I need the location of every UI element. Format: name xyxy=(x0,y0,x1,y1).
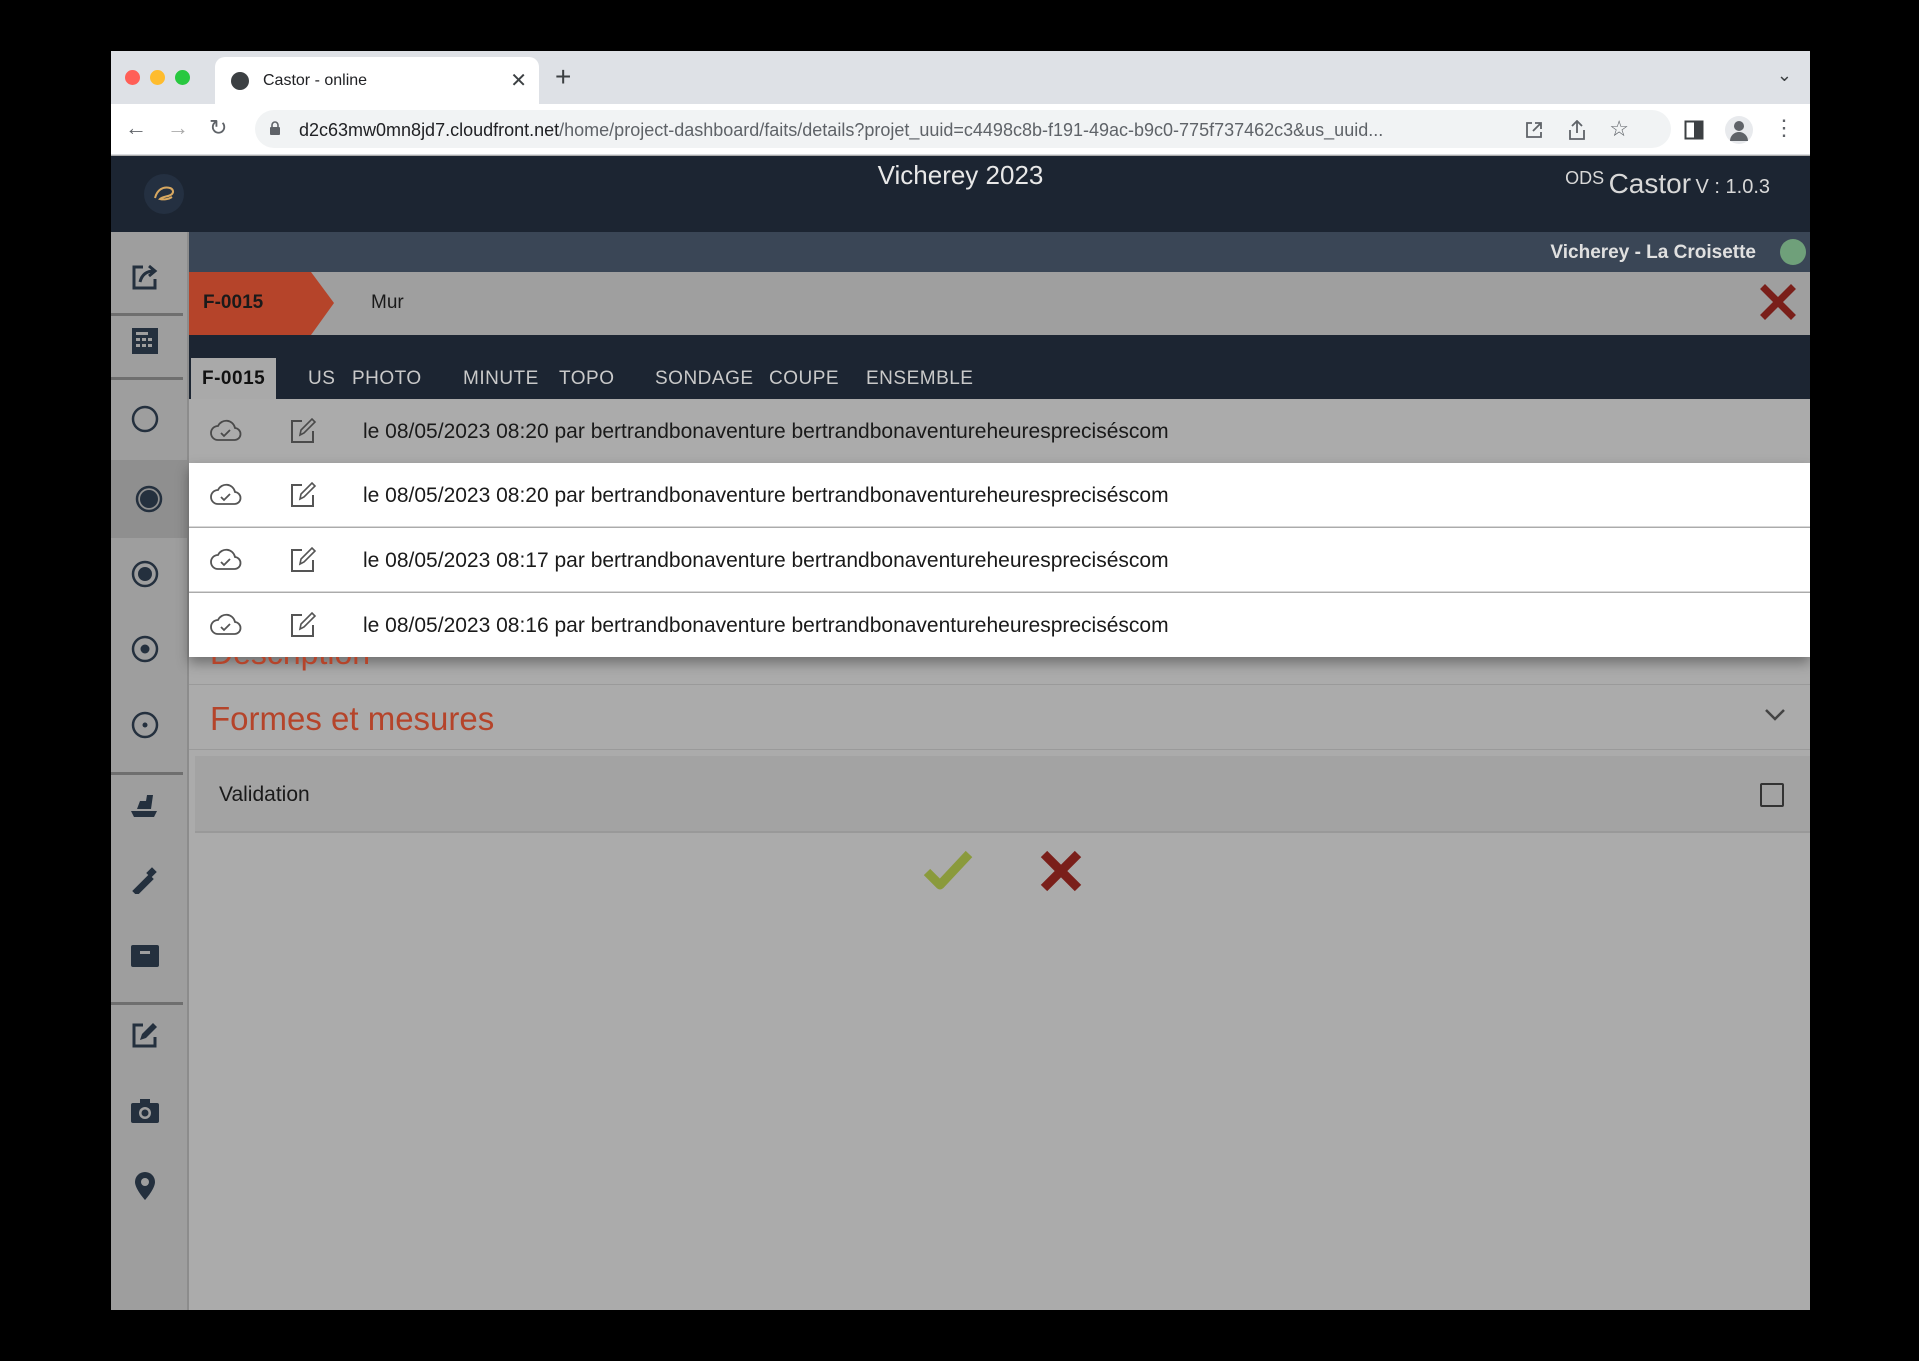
window-zoom-dot[interactable] xyxy=(175,70,190,85)
sidebar xyxy=(111,232,189,1310)
sidebar-box-icon[interactable] xyxy=(128,939,162,973)
section-formes-title: Formes et mesures xyxy=(210,700,495,737)
browser-tab[interactable]: Castor - online ✕ xyxy=(215,57,539,104)
tab-fait[interactable]: F-0015 xyxy=(191,358,277,399)
chevron-down-icon[interactable] xyxy=(1764,708,1786,722)
profile-avatar-icon[interactable] xyxy=(1725,116,1753,144)
sidebar-export-icon[interactable] xyxy=(128,260,162,294)
browser-toolbar: ← → ↻ d2c63mw0mn8jd7.cloudfront.net/home… xyxy=(111,104,1810,155)
url-domain: d2c63mw0mn8jd7.cloudfront.net xyxy=(299,120,560,140)
cloud-synced-icon xyxy=(210,613,242,635)
history-row[interactable]: le 08/05/2023 08:17 par bertrandbonavent… xyxy=(189,528,1810,592)
site-bar: Vicherey - La Croisette xyxy=(189,232,1810,272)
tab-search-chevron-icon[interactable]: ⌄ xyxy=(1777,65,1792,86)
sidebar-us-icon[interactable] xyxy=(128,557,162,591)
validation-label: Validation xyxy=(219,783,310,806)
history-text: le 08/05/2023 08:16 par bertrandbonavent… xyxy=(363,614,1169,637)
new-tab-icon[interactable]: + xyxy=(555,61,571,93)
url-path: /home/project-dashboard/faits/details?pr… xyxy=(559,120,1384,140)
fait-code: F-0015 xyxy=(203,292,264,313)
cancel-button[interactable] xyxy=(1038,848,1084,894)
tab-minute[interactable]: MINUTE xyxy=(463,358,539,399)
back-arrow-icon[interactable]: ← xyxy=(125,115,147,141)
close-tab-icon[interactable]: ✕ xyxy=(510,68,527,93)
window-minimize-dot[interactable] xyxy=(150,70,165,85)
tab-photo[interactable]: PHOTO xyxy=(352,358,422,399)
address-bar[interactable]: d2c63mw0mn8jd7.cloudfront.net/home/proje… xyxy=(255,110,1671,148)
sidebar-divider xyxy=(111,313,183,316)
cloud-synced-icon xyxy=(210,483,242,505)
tabs-bar: F-0015 US PHOTO MINUTE TOPO SONDAGE COUP… xyxy=(189,335,1810,399)
sidebar-divider xyxy=(111,772,183,775)
online-status-icon xyxy=(1780,239,1806,265)
history-row[interactable]: le 08/05/2023 08:20 par bertrandbonavent… xyxy=(189,399,1810,463)
tab-sondage[interactable]: SONDAGE xyxy=(655,358,754,399)
edit-icon[interactable] xyxy=(288,480,318,510)
bookmark-star-icon[interactable]: ☆ xyxy=(1609,116,1629,142)
fait-code-badge: F-0015 xyxy=(189,272,334,335)
close-fait-icon[interactable] xyxy=(1760,284,1796,320)
history-text: le 08/05/2023 08:17 par bertrandbonavent… xyxy=(363,549,1169,572)
cloud-synced-icon xyxy=(210,419,242,441)
favicon-icon xyxy=(231,72,249,90)
fait-header: F-0015 Mur xyxy=(189,272,1810,335)
section-description[interactable]: Description xyxy=(210,657,370,675)
sidebar-notes-icon[interactable] xyxy=(128,1018,162,1052)
sidebar-table-icon[interactable] xyxy=(128,324,162,358)
history-row[interactable]: le 08/05/2023 08:20 par bertrandbonavent… xyxy=(189,463,1810,527)
section-description-title: Description xyxy=(210,657,370,671)
tab-us[interactable]: US xyxy=(308,358,335,399)
validation-checkbox[interactable] xyxy=(1760,783,1784,807)
sidebar-divider xyxy=(111,1002,183,1005)
forward-arrow-icon[interactable]: → xyxy=(167,115,189,141)
tab-title: Castor - online xyxy=(263,72,368,89)
history-row[interactable]: le 08/05/2023 08:16 par bertrandbonavent… xyxy=(189,593,1810,657)
site-name: Vicherey - La Croisette xyxy=(1550,242,1756,263)
sidebar-mobilier-icon[interactable] xyxy=(128,787,162,821)
browser-menu-icon[interactable]: ⋮ xyxy=(1773,115,1795,141)
side-panel-icon[interactable] xyxy=(1684,120,1704,140)
browser-window: Castor - online ✕ + ⌄ ← → ↻ d2c63mw0mn8j… xyxy=(111,51,1810,1310)
share-icon[interactable] xyxy=(1568,120,1586,140)
edit-icon[interactable] xyxy=(288,545,318,575)
tab-ensemble[interactable]: ENSEMBLE xyxy=(866,358,973,399)
sidebar-divider xyxy=(111,377,183,380)
history-text: le 08/05/2023 08:20 par bertrandbonavent… xyxy=(363,484,1169,507)
edit-icon[interactable] xyxy=(288,610,318,640)
window-close-dot[interactable] xyxy=(125,70,140,85)
sidebar-sondage-icon[interactable] xyxy=(128,632,162,666)
tab-coupe[interactable]: COUPE xyxy=(769,358,839,399)
cloud-synced-icon xyxy=(210,548,242,570)
sidebar-location-icon[interactable] xyxy=(128,1169,162,1203)
section-formes-et-mesures[interactable]: Formes et mesures xyxy=(189,684,1810,750)
edit-icon[interactable] xyxy=(288,416,318,446)
sidebar-circle-empty-icon[interactable] xyxy=(128,402,162,436)
lock-icon xyxy=(270,121,280,135)
sidebar-point-icon[interactable] xyxy=(128,708,162,742)
validation-row: Validation xyxy=(195,756,1810,833)
sidebar-camera-icon[interactable] xyxy=(128,1094,162,1128)
confirm-button[interactable] xyxy=(923,848,973,892)
sidebar-fait-icon[interactable] xyxy=(132,482,166,516)
url-text: d2c63mw0mn8jd7.cloudfront.net/home/proje… xyxy=(299,120,1383,141)
sidebar-prelevement-icon[interactable] xyxy=(128,862,162,896)
reload-icon[interactable]: ↻ xyxy=(209,115,227,141)
fait-type: Mur xyxy=(371,292,404,313)
browser-tab-strip: Castor - online ✕ + ⌄ xyxy=(111,51,1810,104)
history-text: le 08/05/2023 08:20 par bertrandbonavent… xyxy=(363,420,1169,443)
open-in-external-icon[interactable] xyxy=(1525,121,1543,139)
tab-topo[interactable]: TOPO xyxy=(559,358,615,399)
project-title: Vicherey 2023 xyxy=(877,160,1044,190)
